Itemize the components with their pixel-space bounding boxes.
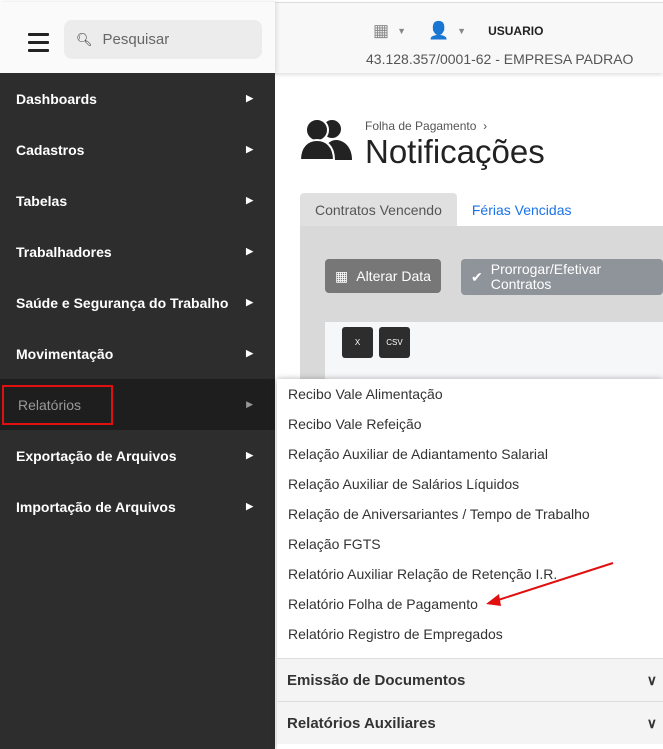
annotation-arrow <box>486 562 614 606</box>
